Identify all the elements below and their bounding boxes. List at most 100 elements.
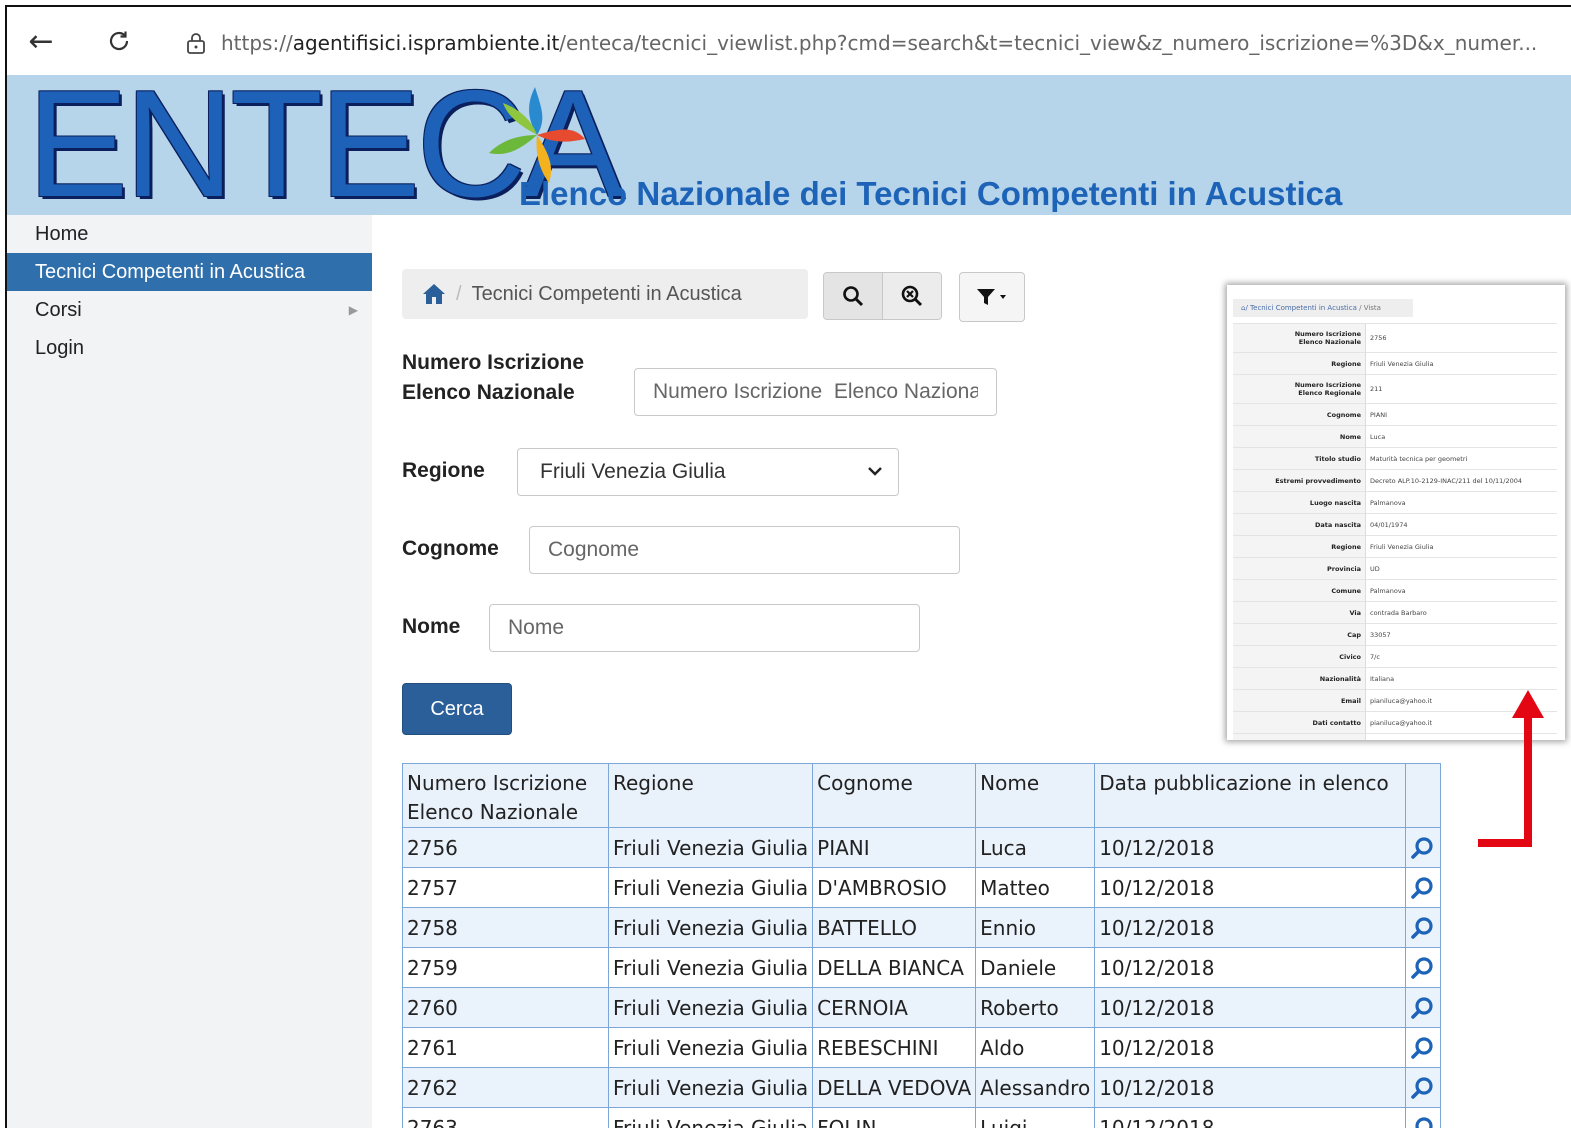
site-subtitle: Elenco Nazionale dei Tecnici Competenti … (519, 175, 1343, 212)
inset-field-row: Numero Iscrizione Elenco Regionale 211 (1233, 374, 1557, 404)
view-record-button[interactable] (1405, 987, 1442, 1028)
inset-field-row: Civico 7/c (1233, 645, 1557, 668)
cell-nome: Aldo (975, 1027, 1096, 1068)
numero-label-line2: Elenco Nazionale (402, 381, 575, 404)
inset-field-label: Cognome (1233, 403, 1366, 426)
sidebar-item-corsi[interactable]: Corsi ▶ (7, 291, 372, 329)
table-row[interactable]: 2758 Friuli Venezia Giulia BATTELLO Ennio 10… (402, 907, 1442, 948)
home-icon[interactable] (422, 283, 446, 305)
sidebar-item-tecnici[interactable]: Tecnici Competenti in Acustica (7, 253, 372, 291)
table-row[interactable]: 2760 Friuli Venezia Giulia CERNOIA Roberto 1… (402, 987, 1442, 1028)
cell-numero: 2760 (402, 987, 609, 1028)
regione-select[interactable]: Friuli Venezia Giulia (517, 448, 899, 496)
cell-cognome: PIANI (812, 827, 977, 868)
inset-field-label: Data pubblicazione in elenco (1233, 733, 1366, 740)
view-record-button[interactable] (1405, 1067, 1442, 1108)
inset-field-label: Comune (1233, 579, 1366, 602)
filter-icon (977, 289, 1006, 305)
browser-toolbar: ← https://agentifisici.isprambiente.it/e… (7, 7, 1571, 75)
inset-field-row: Email pianiluca@yahoo.it (1233, 689, 1557, 712)
view-record-button[interactable] (1405, 867, 1442, 908)
col-header-cognome[interactable]: Cognome (812, 763, 977, 828)
inset-field-label: Numero Iscrizione Elenco Regionale (1233, 374, 1366, 404)
table-row[interactable]: 2761 Friuli Venezia Giulia REBESCHINI Aldo 1… (402, 1027, 1442, 1068)
inset-field-value: contrada Barbaro (1365, 601, 1557, 624)
inset-field-row: Cap 33057 (1233, 623, 1557, 646)
reset-search-button[interactable] (883, 273, 941, 319)
cell-cognome: DELLA VEDOVA (812, 1067, 977, 1108)
col-header-numero[interactable]: Numero Iscrizione Elenco Nazionale (402, 763, 609, 828)
view-record-button[interactable] (1405, 1107, 1442, 1128)
inset-field-row: Data pubblicazione in elenco10/12/2018 (1233, 733, 1557, 740)
inset-field-value: Palmanova (1365, 491, 1557, 514)
table-row[interactable]: 2762 Friuli Venezia Giulia DELLA VEDOVA Ale… (402, 1067, 1442, 1108)
inset-field-value: 04/01/1974 (1365, 513, 1557, 536)
sidebar-item-home[interactable]: Home (7, 215, 372, 253)
sidebar-item-login[interactable]: Login (7, 329, 372, 367)
view-record-button[interactable] (1405, 907, 1442, 948)
inset-field-row: Regione Friuli Venezia Giulia (1233, 535, 1557, 558)
inset-field-row: Nome Luca (1233, 425, 1557, 448)
lock-icon (187, 33, 205, 54)
browser-window: ← https://agentifisici.isprambiente.it/e… (5, 5, 1571, 1128)
table-row[interactable]: 2759 Friuli Venezia Giulia DELLA BIANCA Dan… (402, 947, 1442, 988)
cell-nome: Matteo (975, 867, 1096, 908)
cell-cognome: CERNOIA (812, 987, 977, 1028)
cell-cognome: REBESCHINI (812, 1027, 977, 1068)
cell-regione: Friuli Venezia Giulia (607, 1027, 814, 1068)
numero-label-line1: Numero Iscrizione (402, 351, 585, 374)
col-header-regione[interactable]: Regione (607, 763, 814, 828)
col-header-actions (1405, 763, 1442, 828)
numero-input[interactable] (634, 368, 997, 416)
inset-field-row: Data nascita 04/01/1974 (1233, 513, 1557, 536)
inset-field-label: Regione (1233, 535, 1366, 558)
table-row[interactable]: 2756 Friuli Venezia Giulia PIANI Luca 10/12/… (402, 827, 1442, 868)
url-text: https://agentifisici.isprambiente.it/ent… (221, 31, 1538, 55)
cell-regione: Friuli Venezia Giulia (607, 867, 814, 908)
reload-icon[interactable] (103, 25, 135, 57)
magnifier-icon (1411, 916, 1433, 939)
magnifier-icon (1411, 1036, 1433, 1059)
view-record-button[interactable] (1405, 1027, 1442, 1068)
inset-field-label: Nome (1233, 425, 1366, 448)
inset-field-row: Dati contatto pianiluca@yahoo.it (1233, 711, 1557, 734)
cerca-button[interactable]: Cerca (402, 683, 512, 735)
table-row[interactable]: 2763 Friuli Venezia Giulia FOLIN Luigi 10/12… (402, 1107, 1442, 1128)
cell-data: 10/12/2018 (1094, 827, 1407, 868)
sidebar: Home Tecnici Competenti in Acustica Cors… (7, 215, 372, 1128)
cell-nome: Luca (975, 827, 1096, 868)
cell-data: 10/12/2018 (1094, 907, 1407, 948)
view-record-button[interactable] (1405, 947, 1442, 988)
inset-field-value: 33057 (1365, 623, 1557, 646)
cell-data: 10/12/2018 (1094, 987, 1407, 1028)
inset-field-value: 10/12/2018 (1365, 733, 1557, 740)
filter-button[interactable] (959, 272, 1025, 322)
search-toolbar (823, 272, 942, 320)
cell-regione: Friuli Venezia Giulia (607, 827, 814, 868)
cognome-input[interactable] (529, 526, 960, 574)
inset-breadcrumb: ⌂/ Tecnici Competenti in Acustica / Vist… (1233, 299, 1413, 317)
inset-field-value: Friuli Venezia Giulia (1365, 352, 1557, 375)
view-record-button[interactable] (1405, 827, 1442, 868)
cell-nome: Ennio (975, 907, 1096, 948)
back-icon[interactable]: ← (25, 24, 57, 59)
col-header-nome[interactable]: Nome (975, 763, 1096, 828)
nome-input[interactable] (489, 604, 920, 652)
sidebar-item-label: Home (35, 223, 89, 245)
inset-field-row: Regione Friuli Venezia Giulia (1233, 352, 1557, 375)
sidebar-item-label: Login (35, 337, 84, 359)
inset-field-label: Estremi provvedimento (1233, 469, 1366, 492)
inset-field-row: Titolo studio Maturità tecnica per geomet… (1233, 447, 1557, 470)
numero-label: Numero Iscrizione Elenco Nazionale (402, 348, 584, 408)
inset-field-row: Comune Palmanova (1233, 579, 1557, 602)
inset-field-label: Luogo nascita (1233, 491, 1366, 514)
address-bar[interactable]: https://agentifisici.isprambiente.it/ent… (185, 23, 1571, 63)
table-row[interactable]: 2757 Friuli Venezia Giulia D'AMBROSIO Matte… (402, 867, 1442, 908)
inset-field-label: Civico (1233, 645, 1366, 668)
col-header-data[interactable]: Data pubblicazione in elenco (1094, 763, 1407, 828)
cell-regione: Friuli Venezia Giulia (607, 907, 814, 948)
search-button[interactable] (824, 273, 883, 319)
cell-numero: 2756 (402, 827, 609, 868)
cell-numero: 2761 (402, 1027, 609, 1068)
inset-field-value: 211 (1365, 374, 1557, 404)
